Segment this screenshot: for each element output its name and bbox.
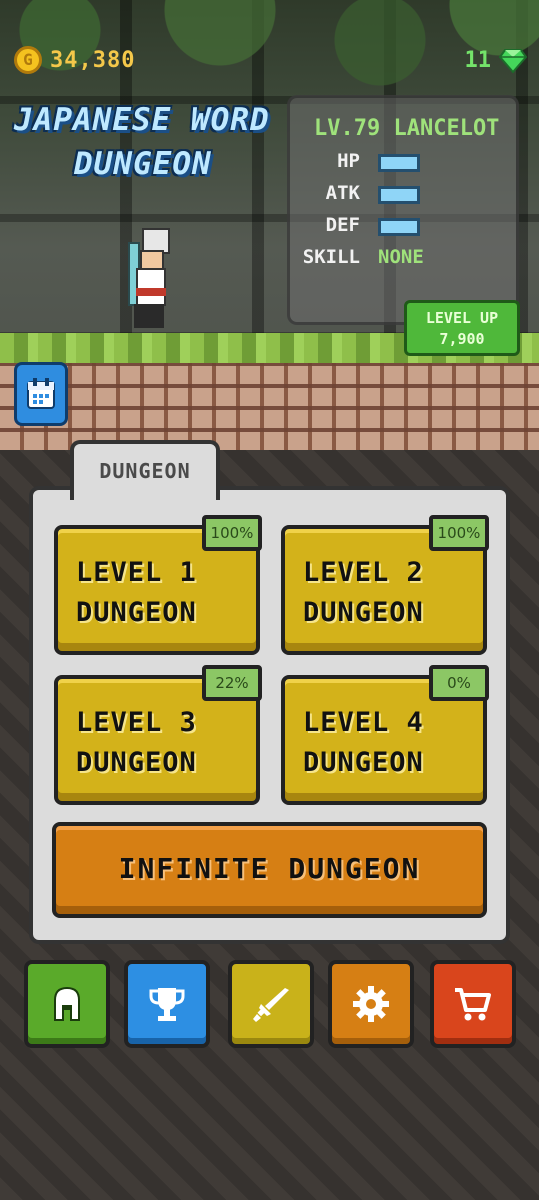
def-bar xyxy=(378,218,420,236)
level-3-dungeon-label: LEVEL 3 DUNGEON xyxy=(76,707,197,778)
sword-icon xyxy=(253,988,289,1022)
stat-label-def: DEF xyxy=(325,214,360,236)
atk-bar xyxy=(378,186,420,204)
level-up-label: LEVEL UP xyxy=(425,309,499,327)
stat-label-skill: SKILL xyxy=(302,246,360,268)
hp-bar-fill xyxy=(381,157,417,169)
stat-row-skill: SKILL NONE xyxy=(290,246,510,276)
level-1-progress-badge: 100% xyxy=(202,515,262,551)
level-1-dungeon-label: LEVEL 1 DUNGEON xyxy=(76,557,197,628)
dungeon-tab[interactable]: DUNGEON xyxy=(70,440,220,500)
level-4-dungeon-button[interactable]: LEVEL 4 DUNGEON 0% xyxy=(281,665,489,805)
cart-icon xyxy=(455,988,491,1021)
trophy-icon xyxy=(149,988,185,1021)
hero-sprite xyxy=(118,228,170,332)
hp-bar xyxy=(378,154,420,172)
def-bar-fill xyxy=(381,221,417,233)
gem-amount: 11 xyxy=(464,47,492,73)
atk-bar-fill xyxy=(381,189,417,201)
level-3-progress-badge: 22% xyxy=(202,665,262,701)
stat-label-hp: HP xyxy=(337,150,360,172)
settings-button[interactable] xyxy=(328,960,414,1048)
level-3-dungeon-button[interactable]: LEVEL 3 DUNGEON 22% xyxy=(54,665,262,805)
stat-row-hp: HP xyxy=(290,150,510,180)
infinite-dungeon-button[interactable]: INFINITE DUNGEON xyxy=(52,822,487,918)
level-4-dungeon-label: LEVEL 4 DUNGEON xyxy=(303,707,424,778)
game-title-line2: DUNGEON xyxy=(74,146,212,182)
gold-coin-icon: G xyxy=(14,46,42,74)
level-2-progress-badge: 100% xyxy=(429,515,489,551)
level-4-progress-badge: 0% xyxy=(429,665,489,701)
equipment-button[interactable] xyxy=(24,960,110,1048)
brick-floor xyxy=(0,363,539,450)
hero-body xyxy=(136,268,166,306)
level-2-dungeon-label: LEVEL 2 DUNGEON xyxy=(303,557,424,628)
weapon-button[interactable] xyxy=(228,960,314,1048)
stat-row-atk: ATK xyxy=(290,182,510,212)
stat-row-def: DEF xyxy=(290,214,510,244)
character-level-name: LV.79 LANCELOT xyxy=(314,116,500,141)
character-stats-panel: LV.79 LANCELOT HP ATK DEF SKILL NONE xyxy=(287,95,519,325)
level-up-button[interactable]: LEVEL UP 7,900 xyxy=(404,300,520,356)
hero-legs xyxy=(134,304,164,328)
hero-belt xyxy=(136,288,166,296)
gear-icon xyxy=(353,986,389,1022)
level-2-dungeon-button[interactable]: LEVEL 2 DUNGEON 100% xyxy=(281,515,489,655)
calendar-icon xyxy=(27,378,55,409)
game-title: JAPANESE WORD DUNGEON xyxy=(14,98,284,186)
coin-counter: G 34,380 xyxy=(14,46,135,74)
gem-counter: 11 xyxy=(464,46,527,74)
ranking-button[interactable] xyxy=(124,960,210,1048)
dungeon-tab-label: DUNGEON xyxy=(99,459,191,483)
dungeon-scene: G 34,380 11 JAPANESE WORD DUNGEON LV.79 … xyxy=(0,0,539,450)
game-screen: G 34,380 11 JAPANESE WORD DUNGEON LV.79 … xyxy=(0,0,539,1200)
green-gem-icon xyxy=(499,49,527,74)
stat-skill-value: NONE xyxy=(378,246,424,268)
game-title-line1: JAPANESE WORD xyxy=(14,102,270,138)
level-1-dungeon-button[interactable]: LEVEL 1 DUNGEON 100% xyxy=(54,515,262,655)
coin-amount: 34,380 xyxy=(50,47,136,73)
infinite-dungeon-label: INFINITE DUNGEON xyxy=(118,852,421,885)
calendar-button[interactable] xyxy=(14,362,68,426)
shop-button[interactable] xyxy=(430,960,516,1048)
stat-label-atk: ATK xyxy=(325,182,360,204)
helmet-icon xyxy=(54,986,80,1021)
level-up-cost: 7,900 xyxy=(439,330,485,348)
